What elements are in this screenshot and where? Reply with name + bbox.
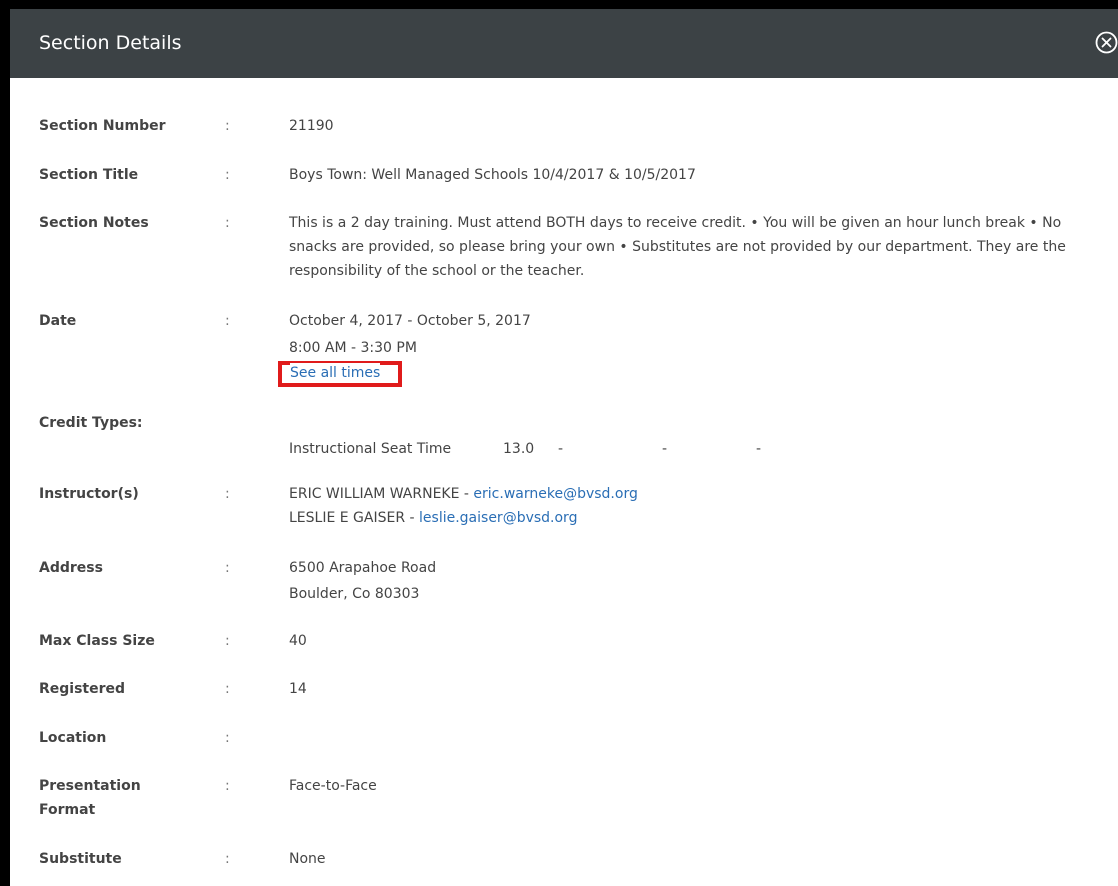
address-label: Address [39,560,103,576]
max-class-size-colon: : [225,633,230,649]
section-notes-label: Section Notes [39,215,149,231]
instructor-2-name: LESLIE E GAISER [289,510,406,526]
instructor-2-email-link[interactable]: leslie.gaiser@bvsd.org [419,510,577,526]
instructors-label: Instructor(s) [39,486,139,502]
instructor-1-separator: - [459,486,474,502]
section-number-colon: : [225,118,230,134]
instructors-colon: : [225,486,230,502]
presentation-format-colon: : [225,778,230,794]
circle-x-icon [1095,31,1118,54]
credit-type-name: Instructional Seat Time [289,441,452,457]
location-colon: : [225,730,230,746]
time-range-value: 8:00 AM - 3:30 PM [289,340,417,352]
date-colon: : [225,313,230,329]
instructor-2-separator: - [405,510,420,526]
substitute-value: None [289,851,326,867]
address-line-1: 6500 Arapahoe Road [289,560,437,576]
section-notes-value: This is a 2 day training. Must attend BO… [289,215,1066,279]
credit-dash-2: - [662,441,668,457]
date-range-value: October 4, 2017 - October 5, 2017 [289,313,531,329]
section-title-label: Section Title [39,167,139,183]
registered-label: Registered [39,681,126,697]
modal-title: Section Details [39,32,182,54]
section-title-value: Boys Town: Well Managed Schools 10/4/201… [289,167,696,183]
presentation-format-value: Face-to-Face [289,778,377,794]
registered-colon: : [225,681,230,697]
max-class-size-label: Max Class Size [39,633,155,649]
location-label: Location [39,730,107,746]
modal-header: Section Details [10,9,1118,78]
instructor-1: ERIC WILLIAM WARNEKE - eric.warneke@bvsd… [289,482,1099,506]
address-line-2: Boulder, Co 80303 [289,586,420,602]
section-number-label: Section Number [39,118,166,134]
address-colon: : [225,560,230,576]
credit-dash-1: - [558,441,564,457]
close-button[interactable] [1095,31,1118,54]
max-class-size-value: 40 [289,633,307,649]
instructor-1-email-link[interactable]: eric.warneke@bvsd.org [473,486,637,502]
section-title-colon: : [225,167,230,183]
substitute-colon: : [225,851,230,867]
credit-types-label: Credit Types: [39,415,143,431]
credit-dash-3: - [756,441,762,457]
date-label: Date [39,313,77,329]
section-details-modal: Section Details Section Number : 21190 S… [10,9,1118,886]
substitute-label: Substitute [39,851,122,867]
instructor-1-name: ERIC WILLIAM WARNEKE [289,486,460,502]
registered-value: 14 [289,681,307,697]
instructor-2: LESLIE E GAISER - leslie.gaiser@bvsd.org [289,506,1099,530]
section-notes-colon: : [225,215,230,231]
see-all-times-link[interactable]: See all times [290,363,381,383]
credit-amount: 13.0 [503,441,535,457]
presentation-format-label: Presentation Format [39,778,141,818]
section-number-value: 21190 [289,118,334,134]
